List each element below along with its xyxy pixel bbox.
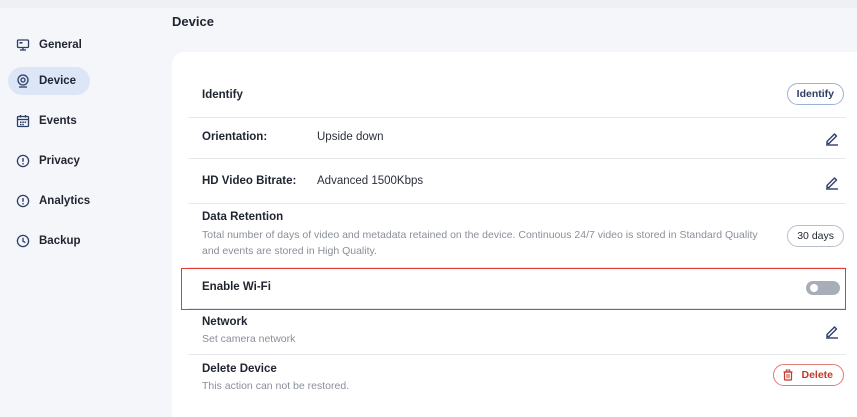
- delete-button-label: Delete: [801, 369, 833, 381]
- calendar-icon: [16, 114, 30, 128]
- shield-icon: [16, 194, 30, 208]
- sidebar-item-label: Privacy: [39, 155, 80, 167]
- sidebar-item-label: Analytics: [39, 195, 91, 207]
- sidebar-item-analytics[interactable]: Analytics: [8, 187, 90, 215]
- delete-button[interactable]: Delete: [773, 364, 844, 386]
- delete-label: Delete Device: [202, 363, 277, 375]
- wifi-row: Enable Wi-Fi: [188, 268, 846, 309]
- sidebar-item-privacy[interactable]: Privacy: [8, 147, 90, 175]
- orientation-row: Orientation: Upside down: [188, 118, 846, 159]
- bitrate-value: Advanced 1500Kbps: [317, 175, 424, 187]
- edit-icon[interactable]: [824, 174, 840, 190]
- retention-days-button[interactable]: 30 days: [787, 225, 844, 247]
- bitrate-label: HD Video Bitrate:: [202, 175, 297, 187]
- sidebar-item-general[interactable]: General: [8, 31, 90, 59]
- identify-label: Identify: [202, 89, 243, 101]
- camera-icon: [16, 74, 30, 88]
- network-label: Network: [202, 316, 248, 328]
- sidebar-item-label: Backup: [39, 235, 81, 247]
- toggle-knob: [810, 284, 818, 292]
- sidebar: General Device Events Privacy Analytics …: [0, 8, 160, 417]
- sidebar-item-label: Device: [39, 75, 77, 87]
- sidebar-item-label: Events: [39, 115, 77, 127]
- delete-description: This action can not be restored.: [202, 380, 350, 392]
- sidebar-item-label: General: [39, 39, 82, 51]
- clock-icon: [16, 234, 30, 248]
- monitor-icon: [16, 38, 30, 52]
- retention-description: Total number of days of video and metada…: [202, 229, 758, 257]
- trash-icon: [782, 369, 794, 381]
- orientation-label: Orientation:: [202, 131, 268, 143]
- top-band: [0, 0, 857, 8]
- wifi-toggle[interactable]: [806, 281, 840, 295]
- sidebar-item-events[interactable]: Events: [8, 107, 90, 135]
- orientation-value: Upside down: [317, 131, 384, 143]
- sidebar-item-device[interactable]: Device: [8, 67, 90, 95]
- wifi-label: Enable Wi-Fi: [202, 281, 271, 293]
- shield-icon: [16, 154, 30, 168]
- edit-icon[interactable]: [824, 130, 840, 146]
- page-title: Device: [172, 14, 214, 29]
- edit-icon[interactable]: [824, 323, 840, 339]
- bitrate-row: HD Video Bitrate: Advanced 1500Kbps: [188, 159, 846, 204]
- network-description: Set camera network: [202, 333, 296, 345]
- sidebar-item-backup[interactable]: Backup: [8, 227, 90, 255]
- identify-row: Identify Identify: [188, 73, 846, 118]
- identify-button[interactable]: Identify: [786, 83, 844, 105]
- network-row: Network Set camera network: [188, 309, 846, 355]
- settings-card: Identify Identify Orientation: Upside do…: [172, 52, 857, 417]
- delete-device-row: Delete Device This action can not be res…: [188, 355, 846, 405]
- retention-label: Data Retention: [202, 211, 284, 223]
- data-retention-row: Data Retention Total number of days of v…: [188, 204, 846, 268]
